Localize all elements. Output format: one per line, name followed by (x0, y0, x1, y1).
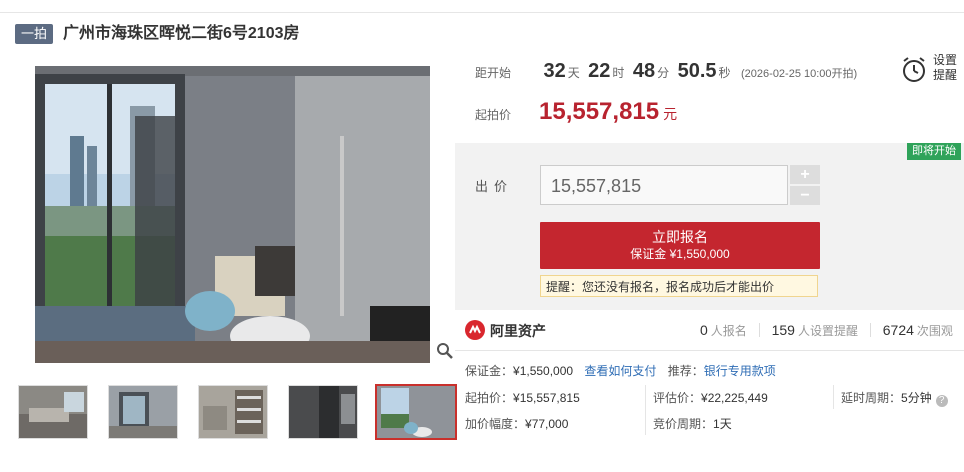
detail-column-divider (833, 385, 834, 409)
deposit-label: 保证金： (465, 364, 514, 378)
start-price-detail-label: 起拍价： (465, 391, 514, 405)
signup-count-unit: 人报名 (710, 324, 747, 338)
deposit-row: 保证金：¥1,550,000 查看如何支付 推荐：银行专用款项 (465, 362, 776, 379)
countdown-days: 32 (543, 60, 566, 82)
stats-separator (869, 323, 871, 337)
bid-amount-input[interactable]: 15,557,815 (540, 165, 788, 205)
zoom-button[interactable] (436, 342, 454, 360)
reminder-count: 159 (771, 322, 795, 338)
view-count: 6724 (882, 322, 914, 338)
delay-detail: 延时周期：5分钟? (841, 389, 948, 407)
countdown-days-unit: 天 (567, 66, 580, 80)
countdown-seconds: 50.5 (677, 60, 717, 82)
register-now-label: 立即报名 (652, 229, 708, 245)
magnifier-icon (437, 343, 453, 359)
countdown-hours-unit: 时 (612, 66, 625, 80)
increment-label: 加价幅度： (465, 417, 526, 431)
bid-increase-button[interactable]: + (790, 165, 820, 184)
delay-label: 延时周期： (841, 391, 902, 405)
auction-round-badge: 一拍 (15, 24, 53, 44)
auction-stats: 0 人报名 159 人设置提醒 6724 次围观 (700, 322, 953, 339)
set-reminder-line2: 提醒 (933, 68, 958, 82)
recommend-label: 推荐： (667, 364, 704, 378)
increment-detail: 加价幅度：¥77,000 (465, 415, 568, 432)
countdown-seconds-unit: 秒 (718, 66, 731, 80)
thumbnail-living-room[interactable] (18, 385, 88, 439)
register-now-button[interactable]: 立即报名 保证金 ¥1,550,000 (540, 222, 820, 269)
start-price-unit: 元 (663, 106, 678, 122)
countdown-minutes-unit: 分 (657, 66, 670, 80)
start-price-detail-value: ¥15,557,815 (513, 391, 580, 405)
signup-count: 0 (700, 322, 708, 338)
countdown-minutes: 48 (632, 60, 656, 82)
start-price-value: 15,557,815 (539, 98, 660, 125)
page-title: 广州市海珠区晖悦二街6号2103房 (63, 25, 300, 42)
cycle-value: 1天 (713, 417, 732, 431)
set-reminder-line1: 设置 (933, 53, 958, 67)
thumbnail-kids-room[interactable] (375, 384, 457, 440)
start-price-label: 起拍价 (475, 108, 512, 122)
detail-column-divider (645, 385, 646, 435)
bid-decrease-button[interactable]: − (790, 186, 820, 205)
thumbnail-study-shelves[interactable] (198, 385, 268, 439)
thumbnail-strip (18, 384, 458, 441)
appraisal-detail: 评估价：¥22,225,449 (653, 389, 768, 406)
organizer-name: 阿里资产 (490, 323, 546, 339)
how-to-pay-link[interactable]: 查看如何支付 (584, 364, 656, 378)
delay-value: 5分钟 (901, 391, 932, 405)
set-reminder-button[interactable]: 设置 提醒 (901, 53, 961, 87)
bid-label: 出价 (475, 179, 514, 194)
countdown-label: 距开始 (475, 66, 512, 80)
thumbnail-dark-room[interactable] (288, 385, 358, 439)
cycle-label: 竞价周期： (653, 417, 714, 431)
top-divider (0, 12, 964, 13)
appraisal-label: 评估价： (653, 391, 702, 405)
countdown: 距开始 32 天 22 时 48 分 50.5 秒 (2026-02-25 10:00开… (475, 60, 857, 83)
countdown-hours: 22 (588, 60, 611, 82)
set-reminder-label: 设置 提醒 (933, 53, 963, 83)
deposit-note: 保证金 ¥1,550,000 (630, 247, 730, 261)
registration-notice: 提醒：您还没有报名，报名成功后才能出价 (540, 275, 818, 297)
bank-payment-link[interactable]: 银行专用款项 (704, 364, 776, 378)
main-photo[interactable] (35, 66, 430, 363)
deposit-value: ¥1,550,000 (513, 364, 574, 378)
appraisal-value: ¥22,225,449 (701, 391, 768, 405)
info-divider (455, 350, 964, 351)
increment-value: ¥77,000 (525, 417, 569, 431)
start-price-row: 起拍价 15,557,815 元 (475, 98, 677, 126)
ali-assets-logo-icon (465, 320, 485, 340)
help-icon[interactable]: ? (935, 395, 948, 407)
alarm-clock-icon (903, 57, 925, 82)
auction-start-time: (2026-02-25 10:00开拍) (741, 68, 858, 80)
cycle-detail: 竞价周期：1天 (653, 415, 732, 432)
start-price-detail: 起拍价：¥15,557,815 (465, 389, 580, 406)
reminder-count-unit: 人设置提醒 (797, 324, 858, 338)
status-badge: 即将开始 (907, 143, 961, 160)
thumbnail-bedroom-window[interactable] (108, 385, 178, 439)
room-photo-illustration (35, 66, 430, 363)
stats-separator (758, 323, 760, 337)
view-count-unit: 次围观 (916, 324, 953, 338)
